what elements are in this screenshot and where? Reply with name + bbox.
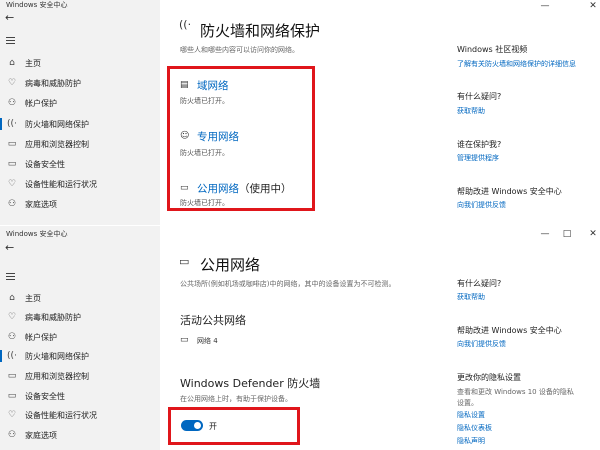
wifi-icon: ((· — [179, 18, 192, 31]
wifi-icon: ((· — [7, 119, 17, 129]
shield-icon: ♡ — [7, 78, 17, 88]
back-arrow-icon[interactable]: ← — [5, 242, 19, 254]
defender-firewall-title: Windows Defender 防火墙 — [180, 377, 321, 390]
learn-more-link[interactable]: 了解有关防火墙和网络保护的详细信息 — [457, 59, 576, 69]
security-center-window-public-network: ← ⌂ 主页 ♡ 病毒和威胁防护 ⚇ 帐户保护 ((· 防火墙和网络保护 ▭ 应… — [0, 226, 600, 450]
sidebar-item-label: 设备安全性 — [25, 159, 65, 169]
highlight-box — [167, 66, 315, 211]
public-network-icon: ▭ — [179, 255, 190, 268]
privacy-settings-link[interactable]: 隐私设置 — [457, 410, 485, 420]
network-icon: ▭ — [180, 335, 189, 345]
sidebar-item-firewall[interactable]: ((· 防火墙和网络保护 — [0, 114, 160, 134]
sidebar-item-account[interactable]: ⚇ 帐户保护 — [0, 93, 160, 113]
sidebar-item-label: 应用和浏览器控制 — [25, 139, 89, 149]
active-networks-title: 活动公共网络 — [180, 314, 246, 327]
family-icon: ⚇ — [7, 430, 17, 440]
privacy-dashboard-link[interactable]: 隐私仪表板 — [457, 423, 492, 433]
sidebar-item-device-security[interactable]: ▭ 设备安全性 — [0, 154, 160, 174]
heart-icon: ♡ — [7, 179, 17, 189]
sidebar-item-label: 主页 — [25, 58, 41, 68]
sidebar-item-label: 应用和浏览器控制 — [25, 371, 89, 381]
sidebar-item-label: 病毒和威胁防护 — [25, 78, 81, 88]
page-description: 公共场所(例如机场或咖啡店)中的网络，其中的设备设置为不可检测。 — [180, 280, 396, 288]
family-icon: ⚇ — [7, 199, 17, 209]
sidebar-item-label: 设备性能和运行状况 — [25, 179, 97, 189]
privacy-title: 更改你的隐私设置 — [457, 373, 521, 382]
home-icon: ⌂ — [9, 58, 15, 68]
window-title: Windows 安全中心 — [6, 230, 68, 238]
right-panel: 有什么疑问? 获取帮助 帮助改进 Windows 安全中心 向我们提供反馈 更改… — [448, 226, 598, 450]
page-title: 公用网络 — [200, 256, 261, 274]
privacy-desc-line1: 查看和更改 Windows 10 设备的隐私 — [457, 388, 574, 396]
sidebar-item-firewall[interactable]: ((· 防火墙和网络保护 — [0, 346, 160, 366]
question-title: 有什么疑问? — [457, 279, 502, 288]
security-center-window-firewall: ← ⌂ 主页 ♡ 病毒和威胁防护 ⚇ 帐户保护 ((· 防火墙和网络保护 ▭ 应… — [0, 0, 600, 225]
laptop-icon: ▭ — [7, 391, 17, 401]
sidebar-item-home[interactable]: ⌂ 主页 — [0, 53, 160, 73]
sidebar-item-label: 设备安全性 — [25, 391, 65, 401]
sidebar-item-label: 防火墙和网络保护 — [25, 351, 89, 361]
hamburger-menu-icon[interactable] — [6, 273, 18, 283]
sidebar-item-label: 家庭选项 — [25, 430, 57, 440]
privacy-statement-link[interactable]: 隐私声明 — [457, 436, 485, 446]
sidebar-item-label: 帐户保护 — [25, 332, 57, 342]
right-panel: Windows 社区视频 了解有关防火墙和网络保护的详细信息 有什么疑问? 获取… — [448, 0, 598, 225]
heart-icon: ♡ — [7, 410, 17, 420]
sidebar-item-family[interactable]: ⚇ 家庭选项 — [0, 425, 160, 445]
sidebar-item-label: 防火墙和网络保护 — [25, 119, 89, 129]
sidebar-item-device-security[interactable]: ▭ 设备安全性 — [0, 386, 160, 406]
person-icon: ⚇ — [7, 98, 17, 108]
sidebar-item-home[interactable]: ⌂ 主页 — [0, 288, 160, 308]
hamburger-menu-icon[interactable] — [6, 37, 18, 47]
sidebar-item-label: 帐户保护 — [25, 98, 57, 108]
community-title: Windows 社区视频 — [457, 45, 528, 54]
improve-title: 帮助改进 Windows 安全中心 — [457, 187, 562, 196]
sidebar: ← ⌂ 主页 ♡ 病毒和威胁防护 ⚇ 帐户保护 ((· 防火墙和网络保护 ▭ 应… — [0, 0, 160, 225]
active-network-name: 网络 4 — [197, 337, 218, 345]
question-title: 有什么疑问? — [457, 92, 502, 101]
sidebar-item-label: 设备性能和运行状况 — [25, 410, 97, 420]
get-help-link[interactable]: 获取帮助 — [457, 106, 485, 116]
home-icon: ⌂ — [9, 293, 15, 303]
sidebar-item-device-health[interactable]: ♡ 设备性能和运行状况 — [0, 405, 160, 425]
sidebar-item-label: 主页 — [25, 293, 41, 303]
sidebar: ← ⌂ 主页 ♡ 病毒和威胁防护 ⚇ 帐户保护 ((· 防火墙和网络保护 ▭ 应… — [0, 226, 160, 450]
shield-icon: ♡ — [7, 312, 17, 322]
laptop-icon: ▭ — [7, 159, 17, 169]
get-help-link[interactable]: 获取帮助 — [457, 292, 485, 302]
sidebar-item-virus[interactable]: ♡ 病毒和威胁防护 — [0, 307, 160, 327]
feedback-link[interactable]: 向我们提供反馈 — [457, 339, 506, 349]
window-title: Windows 安全中心 — [6, 1, 68, 9]
sidebar-item-app-browser[interactable]: ▭ 应用和浏览器控制 — [0, 134, 160, 154]
back-arrow-icon[interactable]: ← — [5, 12, 19, 24]
privacy-desc-line2: 设置。 — [457, 399, 478, 407]
person-icon: ⚇ — [7, 332, 17, 342]
page-title: 防火墙和网络保护 — [200, 22, 321, 40]
defender-firewall-desc: 在公用网络上时，有助于保护设备。 — [180, 395, 292, 403]
app-window-icon: ▭ — [7, 371, 17, 381]
who-protects-title: 谁在保护我? — [457, 140, 502, 149]
manage-providers-link[interactable]: 管理提供程序 — [457, 153, 499, 163]
highlight-box — [168, 407, 300, 445]
sidebar-item-label: 病毒和威胁防护 — [25, 312, 81, 322]
app-window-icon: ▭ — [7, 139, 17, 149]
sidebar-item-label: 家庭选项 — [25, 199, 57, 209]
page-description: 哪些人和哪些内容可以访问你的网络。 — [180, 46, 299, 54]
sidebar-item-account[interactable]: ⚇ 帐户保护 — [0, 327, 160, 347]
sidebar-item-virus[interactable]: ♡ 病毒和威胁防护 — [0, 73, 160, 93]
improve-title: 帮助改进 Windows 安全中心 — [457, 326, 562, 335]
feedback-link[interactable]: 向我们提供反馈 — [457, 200, 506, 210]
sidebar-item-app-browser[interactable]: ▭ 应用和浏览器控制 — [0, 366, 160, 386]
sidebar-item-family[interactable]: ⚇ 家庭选项 — [0, 194, 160, 214]
sidebar-item-device-health[interactable]: ♡ 设备性能和运行状况 — [0, 174, 160, 194]
wifi-icon: ((· — [7, 351, 17, 361]
